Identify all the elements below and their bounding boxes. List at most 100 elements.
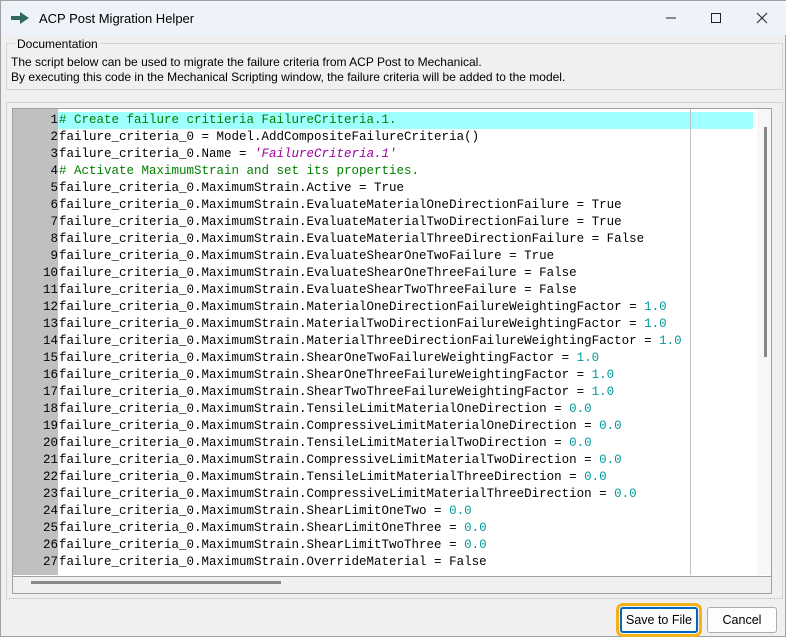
code-line: 20 failure_criteria_0.MaximumStrain.Tensi… [13,435,753,452]
code-text: failure_criteria_0.MaximumStrain.Materia… [58,316,667,333]
code-line: 3 failure_criteria_0.Name = 'FailureCrite… [13,146,753,163]
code-plain: failure_criteria_0.MaximumStrain.Compres… [59,487,615,501]
code-comment: # Create failure critieria FailureCriter… [59,113,397,127]
line-number: 26 [13,537,58,554]
code-line: 15 failure_criteria_0.MaximumStrain.Shear… [13,350,753,367]
save-to-file-button[interactable]: Save to File [616,603,702,637]
code-text: failure_criteria_0.MaximumStrain.Tensile… [58,401,592,418]
code-plain: failure_criteria_0.MaximumStrain.ShearOn… [59,351,577,365]
code-line: 19 failure_criteria_0.MaximumStrain.Compr… [13,418,753,435]
line-number: 14 [13,333,58,350]
code-line: 24 failure_criteria_0.MaximumStrain.Shear… [13,503,753,520]
maximize-button[interactable] [696,5,736,31]
code-text: failure_criteria_0.MaximumStrain.Materia… [58,299,667,316]
code-plain: failure_criteria_0.MaximumStrain.Tensile… [59,402,570,416]
code-plain: failure_criteria_0.Name = [59,147,255,161]
code-comment: # Activate MaximumStrain and set its pro… [59,164,420,178]
code-text: # Create failure critieria FailureCriter… [58,112,397,129]
code-plain: failure_criteria_0.MaximumStrain.ShearTw… [59,385,592,399]
code-plain: failure_criteria_0.MaximumStrain.Materia… [59,300,645,314]
vertical-scroll-thumb[interactable] [764,127,767,357]
line-number: 8 [13,231,58,248]
code-plain: failure_criteria_0.MaximumStrain.Active … [59,181,405,195]
code-text: failure_criteria_0.MaximumStrain.Evaluat… [58,248,554,265]
line-number: 10 [13,265,58,282]
code-plain: failure_criteria_0.MaximumStrain.Materia… [59,334,660,348]
code-line: 4 # Activate MaximumStrain and set its pr… [13,163,753,180]
code-line: 21 failure_criteria_0.MaximumStrain.Compr… [13,452,753,469]
code-text: failure_criteria_0.MaximumStrain.ShearOn… [58,367,614,384]
code-plain: failure_criteria_0.MaximumStrain.Tensile… [59,470,585,484]
horizontal-scrollbar[interactable] [12,577,772,594]
line-number: 24 [13,503,58,520]
code-number: 0.0 [584,470,607,484]
code-line: 11 failure_criteria_0.MaximumStrain.Evalu… [13,282,753,299]
code-number: 1.0 [644,300,667,314]
maximize-icon [711,13,721,23]
code-plain: failure_criteria_0 = Model.AddCompositeF… [59,130,480,144]
code-line: 23 failure_criteria_0.MaximumStrain.Compr… [13,486,753,503]
minimize-button[interactable] [651,5,691,31]
line-number: 12 [13,299,58,316]
close-icon [756,12,768,24]
code-text: failure_criteria_0.MaximumStrain.Materia… [58,333,682,350]
code-text: failure_criteria_0.MaximumStrain.ShearLi… [58,503,472,520]
edge-marker [690,109,691,575]
cancel-button[interactable]: Cancel [707,607,777,633]
arrow-right-icon [11,12,29,24]
code-line: 17 failure_criteria_0.MaximumStrain.Shear… [13,384,753,401]
line-number: 16 [13,367,58,384]
code-text: failure_criteria_0.MaximumStrain.Tensile… [58,435,592,452]
minimize-icon [666,17,676,19]
code-lines: 1 # Create failure critieria FailureCrite… [13,112,753,571]
code-editor[interactable]: 1 # Create failure critieria FailureCrite… [12,108,772,577]
code-line: 14 failure_criteria_0.MaximumStrain.Mater… [13,333,753,350]
code-text: failure_criteria_0.MaximumStrain.Compres… [58,418,622,435]
code-number: 1.0 [591,368,615,382]
line-number: 6 [13,197,58,214]
title-bar: ACP Post Migration Helper [1,1,786,35]
code-text: failure_criteria_0.MaximumStrain.Compres… [58,486,637,503]
line-number: 25 [13,520,58,537]
code-number: 0.0 [614,487,637,501]
line-number: 5 [13,180,58,197]
code-line: 13 failure_criteria_0.MaximumStrain.Mater… [13,316,753,333]
line-number: 22 [13,469,58,486]
code-number: 0.0 [464,538,487,552]
documentation-text-2: By executing this code in the Mechanical… [11,70,566,84]
code-plain: failure_criteria_0.MaximumStrain.Evaluat… [59,283,577,297]
line-number: 15 [13,350,58,367]
line-number: 13 [13,316,58,333]
code-plain: failure_criteria_0.MaximumStrain.Evaluat… [59,249,555,263]
code-text: # Activate MaximumStrain and set its pro… [58,163,419,180]
line-number: 11 [13,282,58,299]
code-line: 16 failure_criteria_0.MaximumStrain.Shear… [13,367,753,384]
code-plain: failure_criteria_0.MaximumStrain.Evaluat… [59,232,645,246]
code-line: 22 failure_criteria_0.MaximumStrain.Tensi… [13,469,753,486]
code-text: failure_criteria_0.MaximumStrain.Evaluat… [58,265,577,282]
code-plain: failure_criteria_0.MaximumStrain.ShearOn… [59,368,592,382]
vertical-scrollbar[interactable] [757,109,771,575]
documentation-label: Documentation [15,37,100,51]
code-plain: failure_criteria_0.MaximumStrain.ShearLi… [59,538,465,552]
code-number: 0.0 [599,453,622,467]
horizontal-scroll-thumb[interactable] [31,581,281,584]
code-text: failure_criteria_0.MaximumStrain.Evaluat… [58,282,577,299]
code-plain: failure_criteria_0.MaximumStrain.Materia… [59,317,645,331]
code-plain: failure_criteria_0.MaximumStrain.Compres… [59,453,600,467]
code-text: failure_criteria_0.MaximumStrain.ShearLi… [58,520,487,537]
code-line: 1 # Create failure critieria FailureCrite… [13,112,753,129]
code-number: 0.0 [569,402,592,416]
code-plain: failure_criteria_0.MaximumStrain.Compres… [59,419,600,433]
code-number: 0.0 [569,436,592,450]
code-number: 1.0 [576,351,600,365]
close-button[interactable] [742,5,782,31]
code-line: 7 failure_criteria_0.MaximumStrain.Evalua… [13,214,753,231]
line-number: 17 [13,384,58,401]
code-text: failure_criteria_0.MaximumStrain.Active … [58,180,404,197]
line-number: 9 [13,248,58,265]
code-text: failure_criteria_0.MaximumStrain.ShearOn… [58,350,599,367]
line-number: 1 [13,112,58,129]
code-line: 18 failure_criteria_0.MaximumStrain.Tensi… [13,401,753,418]
code-text: failure_criteria_0.Name = 'FailureCriter… [58,146,397,163]
